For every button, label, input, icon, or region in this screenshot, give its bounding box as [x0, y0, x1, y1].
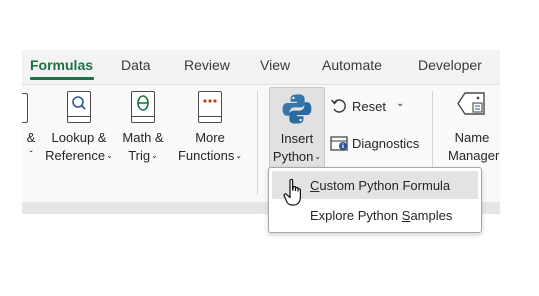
cut-off-command-icon — [22, 93, 28, 123]
more-functions-icon — [198, 91, 222, 123]
math-label-line2: Trig⌄ — [128, 148, 158, 163]
math-trig-button[interactable]: Math & Trig⌄ — [114, 85, 172, 203]
tab-formulas[interactable]: Formulas — [30, 57, 93, 73]
more-label-line1: More — [195, 130, 225, 145]
ribbon-tab-bar: Formulas Data Review View Automate Devel… — [22, 50, 500, 84]
chevron-down-icon: ⌄ — [151, 151, 158, 160]
name-manager-label-line1: Name — [454, 130, 490, 145]
reset-label: Reset — [352, 99, 386, 114]
menu-item-label: amples — [410, 208, 453, 223]
cut-off-command[interactable]: & ˇ — [22, 85, 40, 203]
tab-data[interactable]: Data — [121, 57, 151, 73]
undo-reset-icon — [330, 99, 346, 113]
menu-item-label: Explore Python — [310, 208, 402, 223]
tab-view[interactable]: View — [260, 57, 290, 73]
chevron-down-icon: ⌄ — [106, 151, 113, 160]
name-manager-icon — [457, 92, 485, 115]
menu-item-accelerator: C — [310, 178, 320, 193]
python-logo-icon — [282, 94, 312, 124]
cut-off-command-label: & — [26, 130, 36, 145]
more-functions-button[interactable]: More Functions⌄ — [172, 85, 248, 203]
hand-pointer-cursor-icon — [283, 178, 301, 206]
lookup-reference-button[interactable]: Lookup & Reference⌄ — [44, 85, 114, 203]
chevron-down-icon: ⌄ — [314, 152, 322, 161]
chevron-down-icon: ⌄ — [235, 151, 243, 160]
lookup-label-line1: Lookup & — [51, 130, 107, 145]
active-tab-indicator — [30, 77, 94, 80]
tab-review[interactable]: Review — [184, 57, 230, 73]
cut-off-command-caret: ˇ — [29, 150, 33, 161]
insert-python-label-line2: Python⌄ — [272, 149, 322, 164]
name-manager-label-line2: Manager — [448, 148, 500, 163]
diagnostics-label: Diagnostics — [352, 136, 420, 151]
math-label-line1: Math & — [122, 130, 164, 145]
lookup-reference-icon — [67, 91, 91, 123]
group-divider — [257, 91, 258, 195]
more-label-line2: Functions⌄ — [177, 148, 243, 163]
lookup-label-line2: Reference⌄ — [45, 148, 113, 163]
diagnostics-icon — [330, 136, 348, 151]
tab-developer[interactable]: Developer — [418, 57, 482, 73]
chevron-down-icon: ⌄ — [396, 98, 405, 109]
insert-python-label-line1: Insert — [280, 131, 314, 146]
tab-automate[interactable]: Automate — [322, 57, 382, 73]
menu-item-label: ustom Python Formula — [319, 178, 451, 193]
math-trig-icon — [131, 91, 155, 123]
